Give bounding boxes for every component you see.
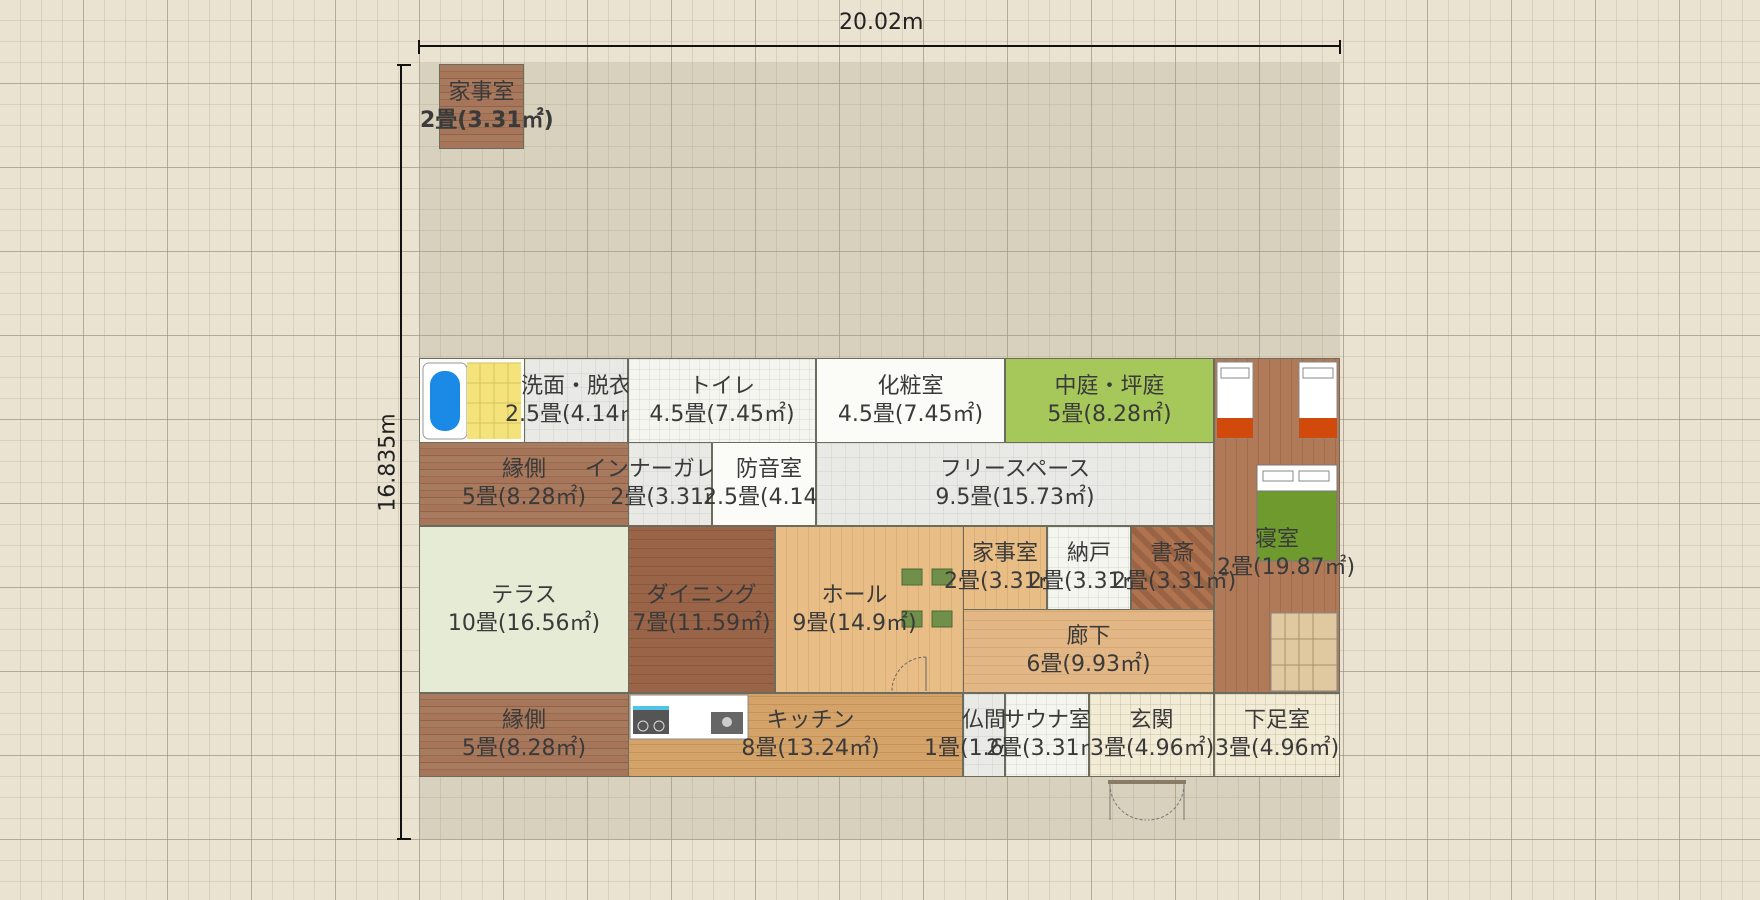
- room-kitchen[interactable]: キッチン 8畳(13.24㎡): [628, 693, 963, 777]
- entrance-door-icon: [1108, 780, 1186, 821]
- room-area: 3畳(4.96㎡): [1090, 736, 1215, 761]
- room-area: 4.5畳(7.45㎡): [837, 401, 984, 427]
- room-name: 洗面・脱衣: [520, 373, 631, 399]
- room-boonshitsu[interactable]: 防音室 2.5畳(4.14㎡): [703, 442, 848, 526]
- room-sauna[interactable]: サウナ室 2畳(3.31㎡): [986, 693, 1110, 777]
- room-keshoshitsu[interactable]: 化粧室 4.5畳(7.45㎡): [816, 358, 1005, 443]
- room-shosai[interactable]: 書斎 2畳(3.31㎡): [1112, 526, 1236, 610]
- room-genkan[interactable]: 玄関 3畳(4.96㎡): [1089, 693, 1214, 777]
- room-name: 中庭・坪庭: [1054, 373, 1165, 399]
- room-name: 家事室: [448, 79, 515, 105]
- room-area: 2.5畳(4.14㎡): [505, 401, 651, 427]
- room-area: 2畳(3.31㎡): [420, 107, 554, 133]
- room-area: 5畳(8.28㎡): [1047, 401, 1172, 427]
- room-name: 玄関: [1129, 708, 1174, 733]
- room-senmen[interactable]: 洗面・脱衣 2.5畳(4.14㎡): [505, 358, 650, 443]
- room-name: 廊下: [1066, 624, 1111, 649]
- width-dimension-label: 20.02m: [839, 10, 924, 35]
- room-inner-garage[interactable]: インナーガレージ 2畳(3.31㎡): [585, 442, 760, 526]
- room-area: 4.5畳(7.45㎡): [649, 401, 795, 427]
- room-name: ホール: [821, 582, 888, 608]
- room-area: 10畳(16.56㎡): [447, 610, 601, 636]
- room-name: 化粧室: [877, 373, 944, 399]
- room-name: フリースペース: [939, 457, 1091, 482]
- room-area: 3畳(4.96㎡): [1215, 736, 1340, 761]
- room-name: 下足室: [1243, 708, 1310, 733]
- room-name: キッチン: [766, 708, 855, 733]
- room-terrace[interactable]: テラス 10畳(16.56㎡): [419, 526, 629, 693]
- room-area: 8畳(13.24㎡): [741, 736, 880, 761]
- room-engawa-lower[interactable]: 縁側 5畳(8.28㎡): [419, 693, 629, 777]
- room-name: トイレ: [688, 373, 755, 399]
- room-area: 9畳(14.9㎡): [792, 610, 917, 636]
- room-area: 9.5畳(15.73㎡): [935, 485, 1095, 510]
- height-dimension-label: 16.835m: [375, 413, 401, 512]
- room-area: 6畳(9.93㎡): [1026, 652, 1151, 677]
- room-shinshitsu[interactable]: 寝室 12畳(19.87㎡): [1203, 358, 1355, 693]
- room-nakaniwa[interactable]: 中庭・坪庭 5畳(8.28㎡): [1005, 358, 1214, 443]
- room-toilet[interactable]: トイレ 4.5畳(7.45㎡): [628, 358, 816, 443]
- room-name: テラス: [491, 582, 557, 608]
- room-free-space[interactable]: フリースペース 9.5畳(15.73㎡): [816, 442, 1214, 526]
- room-rouka[interactable]: 廊下 6畳(9.93㎡): [963, 609, 1214, 693]
- room-name: 書斎: [1150, 541, 1195, 566]
- room-area: 2畳(3.31㎡): [1112, 569, 1237, 594]
- room-hall[interactable]: ホール 9畳(14.9㎡): [775, 526, 964, 693]
- room-area: 5畳(8.28㎡): [461, 736, 587, 761]
- room-gesokushitsu[interactable]: 下足室 3畳(4.96㎡): [1214, 693, 1340, 777]
- room-kaji-top[interactable]: 家事室 2畳(3.31㎡): [420, 64, 554, 149]
- room-name: 縁側: [501, 708, 546, 733]
